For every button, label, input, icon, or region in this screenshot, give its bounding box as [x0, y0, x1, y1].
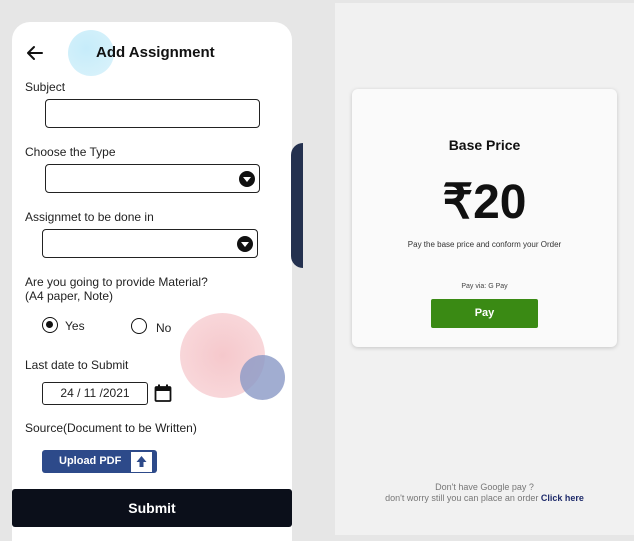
price-amount: ₹20 — [442, 176, 527, 229]
alt-order-message: don't worry still you can place an order — [385, 493, 539, 503]
pay-via-row: Pay via: G Pay — [352, 283, 617, 290]
page-title: Add Assignment — [96, 44, 215, 61]
material-sublabel: (A4 paper, Note) — [25, 289, 114, 303]
material-yes-radio[interactable] — [42, 317, 58, 333]
price-card: Base Price ₹20 Pay the base price and co… — [352, 89, 617, 347]
side-drawer-tab[interactable] — [291, 143, 303, 268]
price-title: Base Price — [448, 137, 521, 153]
chevron-down-icon — [237, 236, 253, 252]
material-no-radio[interactable] — [131, 318, 147, 334]
price-description: Pay the base price and conform your Orde… — [407, 240, 562, 249]
date-label: Last date to Submit — [25, 358, 129, 372]
done-in-select[interactable] — [42, 229, 258, 258]
chevron-down-icon — [239, 171, 255, 187]
type-label: Choose the Type — [25, 145, 116, 159]
back-arrow-icon[interactable] — [26, 44, 44, 62]
decorative-bubble — [240, 355, 285, 400]
material-no-label: No — [156, 321, 172, 335]
subject-input[interactable] — [45, 99, 260, 128]
left-margin — [0, 0, 12, 541]
date-input[interactable]: 24 / 11 /2021 — [42, 382, 148, 405]
done-in-label: Assignmet to be done in — [25, 210, 154, 224]
source-label: Source(Document to be Written) — [25, 421, 197, 435]
pay-via-label: Pay via: — [461, 283, 487, 290]
subject-label: Subject — [25, 80, 66, 94]
calendar-icon[interactable] — [154, 384, 172, 402]
panel-divider — [303, 0, 335, 541]
click-here-link[interactable]: Click here — [541, 493, 584, 503]
no-gpay-text: Don't have Google pay ? — [435, 482, 534, 492]
type-select[interactable] — [45, 164, 260, 193]
material-label: Are you going to provide Material? — [25, 275, 208, 289]
submit-button[interactable]: Submit — [12, 489, 292, 527]
material-yes-label: Yes — [65, 319, 85, 333]
file-upload-icon — [131, 452, 152, 472]
alt-order-text: don't worry still you can place an order… — [335, 493, 634, 503]
gpay-logo-icon: G Pay — [488, 283, 508, 290]
pay-button[interactable]: Pay — [431, 299, 538, 328]
